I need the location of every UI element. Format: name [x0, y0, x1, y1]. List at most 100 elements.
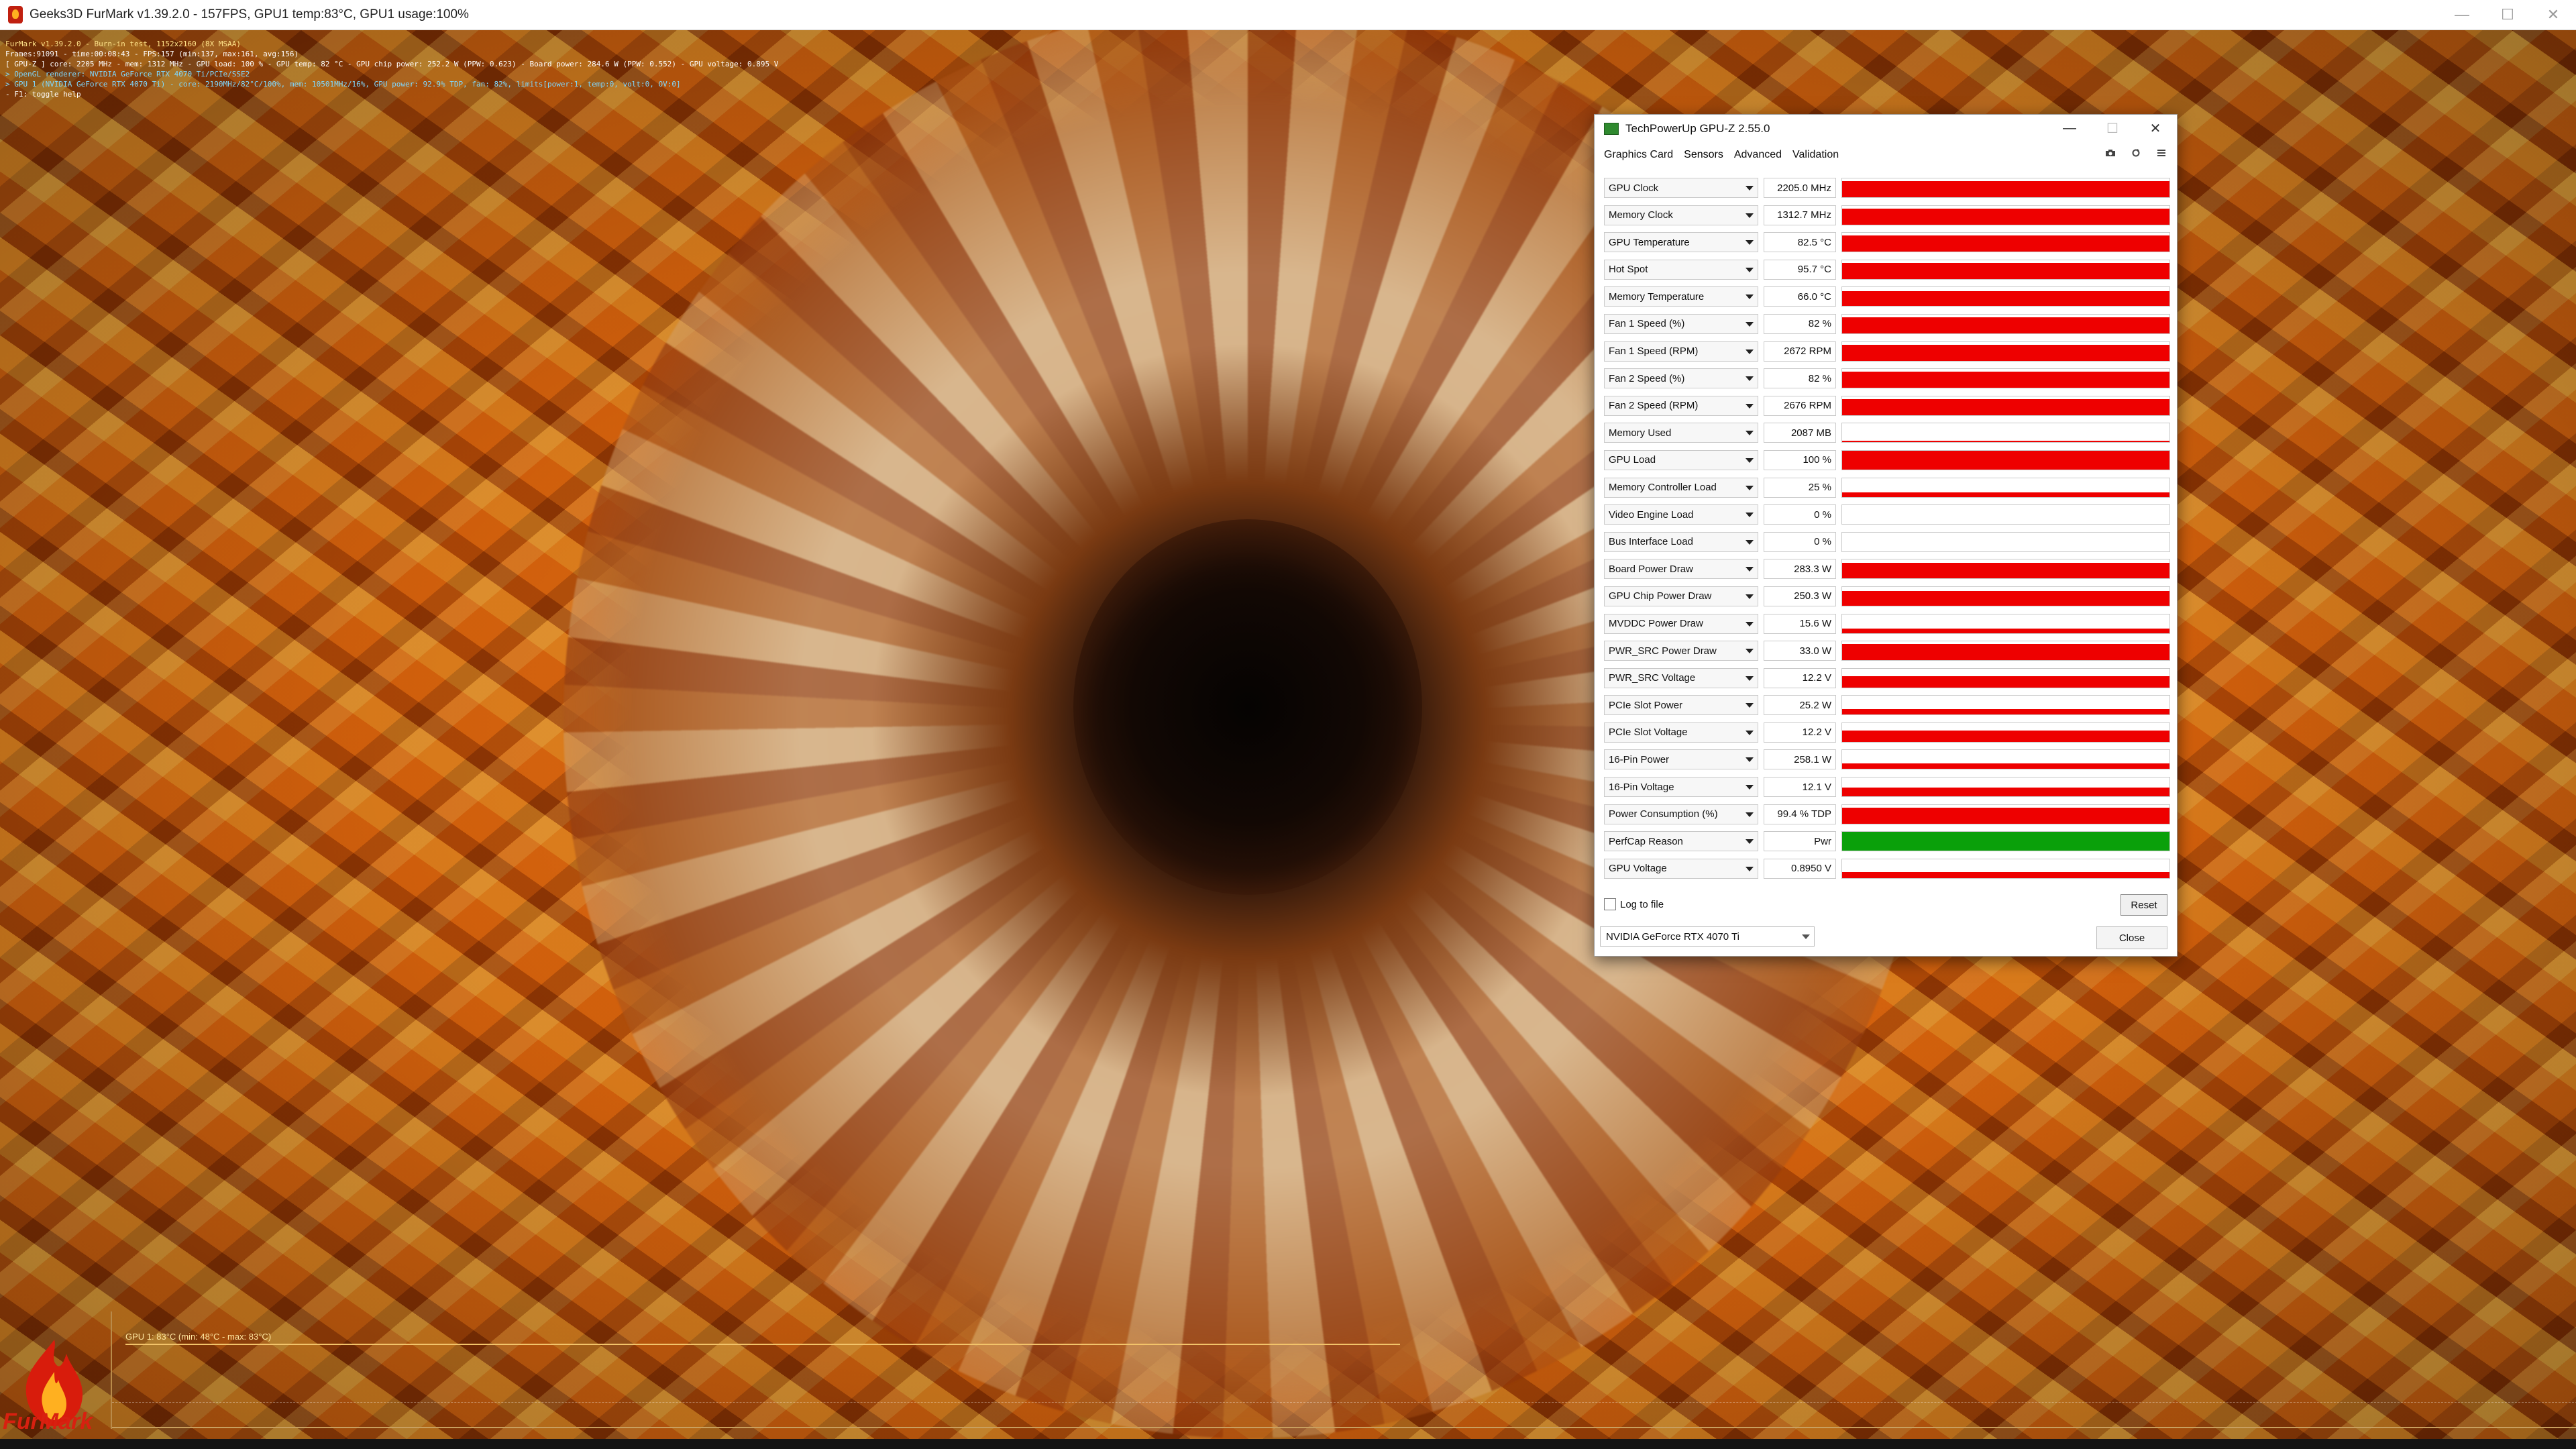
sensor-name-dropdown[interactable]: GPU Chip Power Draw — [1604, 586, 1758, 606]
sensor-name-dropdown[interactable]: Memory Temperature — [1604, 286, 1758, 307]
sensor-name-dropdown[interactable]: Memory Clock — [1604, 205, 1758, 225]
chevron-down-icon — [1746, 431, 1754, 436]
refresh-icon[interactable] — [2130, 148, 2142, 158]
sensor-row: PWR_SRC Voltage 12.2 V — [1604, 665, 2170, 693]
sensor-graph-fill — [1842, 731, 2169, 742]
sensor-graph — [1841, 232, 2170, 253]
camera-icon[interactable] — [2104, 148, 2116, 158]
menu-icon[interactable] — [2155, 148, 2167, 158]
sensor-graph — [1841, 178, 2170, 198]
sensor-graph — [1841, 559, 2170, 580]
close-button[interactable]: Close — [2096, 926, 2167, 949]
sensor-value: 99.4 % TDP — [1764, 804, 1836, 824]
sensor-name-dropdown[interactable]: Fan 2 Speed (%) — [1604, 368, 1758, 389]
osd-line: Frames:91091 - time:00:08:43 - FPS:157 (… — [5, 50, 299, 58]
sensor-name-dropdown[interactable]: GPU Voltage — [1604, 858, 1758, 879]
sensor-name-dropdown[interactable]: PCIe Slot Power — [1604, 695, 1758, 716]
sensor-name-dropdown[interactable]: GPU Temperature — [1604, 232, 1758, 253]
sensor-name: Memory Temperature — [1609, 290, 1705, 303]
sensor-name-dropdown[interactable]: PWR_SRC Power Draw — [1604, 641, 1758, 661]
graph-baseline — [112, 1402, 2576, 1403]
eye-pupil-image — [1073, 519, 1422, 895]
chevron-down-icon — [1746, 839, 1754, 845]
chevron-down-icon — [1746, 267, 1754, 272]
tab-sensors[interactable]: Sensors — [1684, 149, 1723, 161]
sensor-name-dropdown[interactable]: Video Engine Load — [1604, 504, 1758, 525]
graph-label: GPU 1: 83°C (min: 48°C - max: 83°C) — [125, 1332, 272, 1342]
sensor-name: Fan 2 Speed (RPM) — [1609, 400, 1699, 412]
sensor-value: 250.3 W — [1764, 586, 1836, 606]
sensor-row: Memory Used 2087 MB — [1604, 420, 2170, 447]
close-icon[interactable]: ✕ — [2134, 115, 2177, 142]
sensor-row: Bus Interface Load 0 % — [1604, 529, 2170, 557]
sensor-name: Memory Clock — [1609, 209, 1673, 221]
sensor-name-dropdown[interactable]: PerfCap Reason — [1604, 831, 1758, 852]
sensor-row: PCIe Slot Power 25.2 W — [1604, 692, 2170, 720]
sensor-graph-fill — [1842, 807, 2169, 824]
sensor-name-dropdown[interactable]: Fan 2 Speed (RPM) — [1604, 395, 1758, 416]
sensor-name: Power Consumption (%) — [1609, 808, 1718, 820]
sensor-graph — [1841, 368, 2170, 389]
sensor-name: Board Power Draw — [1609, 563, 1693, 575]
sensor-graph — [1841, 477, 2170, 498]
chevron-down-icon — [1746, 621, 1754, 627]
close-icon[interactable]: ✕ — [2530, 0, 2576, 30]
minimize-icon[interactable]: — — [2439, 0, 2485, 30]
sensor-name-dropdown[interactable]: PWR_SRC Voltage — [1604, 667, 1758, 688]
sensor-graph-fill — [1842, 676, 2169, 688]
chevron-down-icon — [1746, 349, 1754, 354]
tab-advanced[interactable]: Advanced — [1734, 149, 1782, 161]
sensor-graph-fill — [1842, 441, 2169, 443]
gpu-device-select[interactable]: NVIDIA GeForce RTX 4070 Ti — [1600, 926, 1815, 947]
sensor-row: GPU Load 100 % — [1604, 447, 2170, 475]
sensor-value: 25.2 W — [1764, 695, 1836, 716]
sensor-graph-fill — [1842, 872, 2169, 878]
sensor-name-dropdown[interactable]: 16-Pin Voltage — [1604, 777, 1758, 798]
sensor-name-dropdown[interactable]: Hot Spot — [1604, 259, 1758, 280]
sensor-name-dropdown[interactable]: Bus Interface Load — [1604, 531, 1758, 552]
sensor-name: 16-Pin Voltage — [1609, 781, 1674, 793]
sensor-graph — [1841, 722, 2170, 743]
sensor-name-dropdown[interactable]: GPU Load — [1604, 449, 1758, 470]
sensor-value: 258.1 W — [1764, 749, 1836, 770]
sensor-name-dropdown[interactable]: 16-Pin Power — [1604, 749, 1758, 770]
furmark-window-controls: — ☐ ✕ — [2439, 0, 2576, 30]
sensor-row: Fan 1 Speed (RPM) 2672 RPM — [1604, 339, 2170, 366]
osd-line: - F1: toggle help — [5, 90, 81, 99]
sensor-graph-fill — [1842, 590, 2169, 606]
sensor-value: 82 % — [1764, 368, 1836, 389]
log-to-file-checkbox[interactable] — [1604, 898, 1616, 910]
chevron-down-icon — [1746, 485, 1754, 490]
maximize-icon[interactable]: ☐ — [2091, 115, 2134, 142]
sensor-name-dropdown[interactable]: Fan 1 Speed (%) — [1604, 313, 1758, 334]
sensor-value: 2676 RPM — [1764, 395, 1836, 416]
tab-validation[interactable]: Validation — [1792, 149, 1839, 161]
sensor-name-dropdown[interactable]: PCIe Slot Voltage — [1604, 722, 1758, 743]
sensor-name-dropdown[interactable]: Board Power Draw — [1604, 559, 1758, 580]
sensor-graph — [1841, 858, 2170, 879]
sensor-name-dropdown[interactable]: Memory Controller Load — [1604, 477, 1758, 498]
osd-line: > OpenGL renderer: NVIDIA GeForce RTX 40… — [5, 70, 250, 78]
sensor-name: PWR_SRC Voltage — [1609, 672, 1696, 684]
chevron-down-icon — [1746, 730, 1754, 735]
sensor-name: PCIe Slot Voltage — [1609, 727, 1688, 739]
minimize-icon[interactable]: — — [2048, 115, 2091, 142]
furmark-osd-overlay: FurMark v1.39.2.0 - Burn-in test, 1152x2… — [5, 39, 778, 99]
sensor-name-dropdown[interactable]: Memory Used — [1604, 423, 1758, 443]
reset-button[interactable]: Reset — [2121, 894, 2167, 916]
chevron-down-icon — [1746, 676, 1754, 681]
maximize-icon[interactable]: ☐ — [2485, 0, 2530, 30]
log-to-file-option[interactable]: Log to file — [1604, 898, 1664, 910]
gpuz-app-icon — [1604, 123, 1619, 135]
sensor-name-dropdown[interactable]: MVDDC Power Draw — [1604, 613, 1758, 634]
sensor-row: PWR_SRC Power Draw 33.0 W — [1604, 638, 2170, 665]
sensor-name-dropdown[interactable]: Fan 1 Speed (RPM) — [1604, 341, 1758, 362]
tab-graphics-card[interactable]: Graphics Card — [1604, 149, 1673, 161]
gpuz-tab-bar: Graphics Card Sensors Advanced Validatio… — [1595, 143, 2177, 167]
sensor-value: 2672 RPM — [1764, 341, 1836, 362]
gpu-device-select-value: NVIDIA GeForce RTX 4070 Ti — [1606, 930, 1739, 943]
sensor-graph — [1841, 804, 2170, 824]
sensor-name: GPU Load — [1609, 454, 1656, 466]
sensor-name-dropdown[interactable]: GPU Clock — [1604, 178, 1758, 198]
sensor-name-dropdown[interactable]: Power Consumption (%) — [1604, 804, 1758, 824]
